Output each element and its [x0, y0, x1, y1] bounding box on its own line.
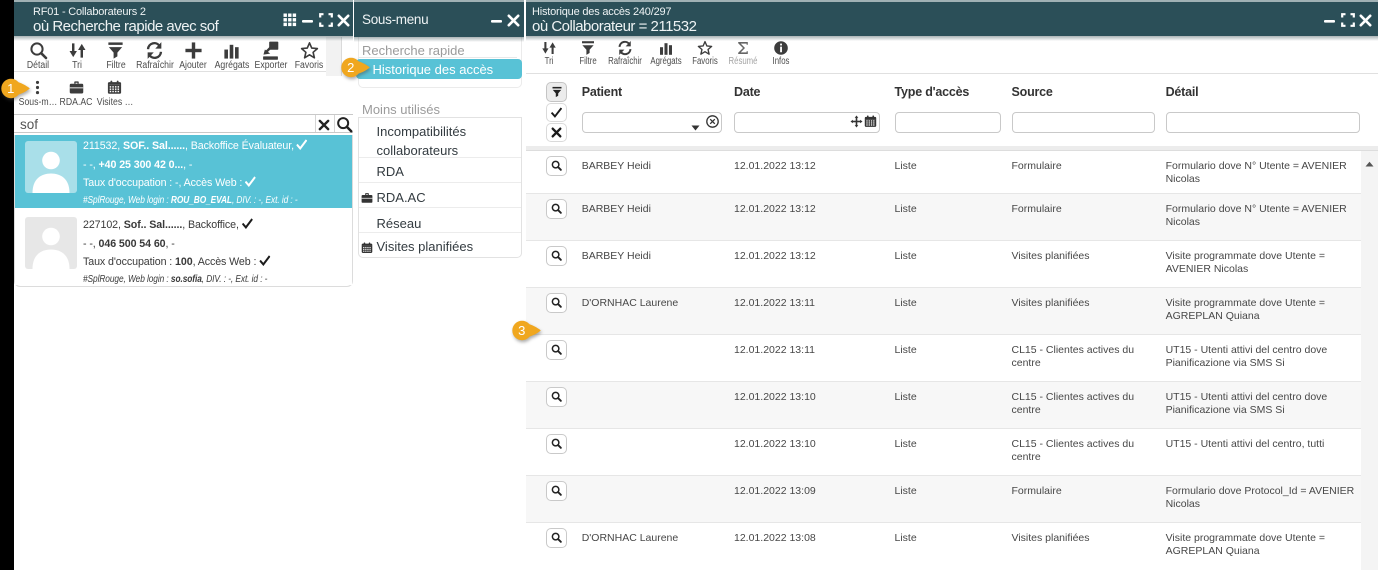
svg-text:1: 1	[7, 81, 14, 96]
svg-text:3: 3	[518, 323, 525, 338]
svg-text:2: 2	[347, 60, 354, 75]
